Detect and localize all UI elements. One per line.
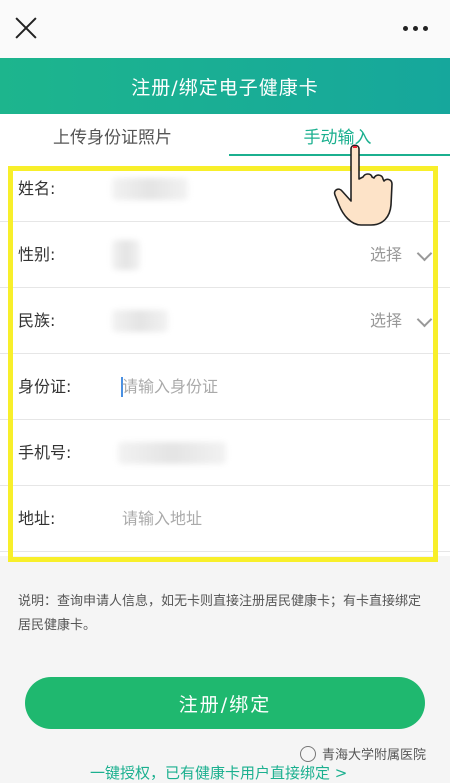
chevron-down-icon[interactable] xyxy=(416,311,433,328)
ethnicity-row[interactable]: 民族: 选择 xyxy=(0,288,450,354)
wechat-official-account-icon xyxy=(300,745,316,762)
page-title: 注册/绑定电子健康卡 xyxy=(0,58,450,114)
address-label: 地址: xyxy=(18,509,56,528)
phone-label: 手机号: xyxy=(18,443,72,462)
tab-upload-id-photo[interactable]: 上传身份证照片 xyxy=(0,114,225,156)
ethnicity-select[interactable]: 选择 xyxy=(370,288,402,354)
phone-row[interactable]: 手机号: xyxy=(0,420,450,486)
watermark-text: 青海大学附属医院 xyxy=(322,748,427,763)
gender-label: 性别: xyxy=(18,245,56,264)
gender-select[interactable]: 选择 xyxy=(370,222,402,288)
chevron-down-icon[interactable] xyxy=(416,245,433,262)
name-label: 姓名: xyxy=(18,179,56,198)
address-row[interactable]: 地址: 请输入地址 xyxy=(0,486,450,552)
pointing-hand-icon xyxy=(333,144,393,226)
id-label: 身份证: xyxy=(18,377,72,396)
more-icon[interactable] xyxy=(403,26,428,31)
address-input[interactable]: 请输入地址 xyxy=(122,486,202,552)
gender-value-redacted xyxy=(112,240,140,270)
ethnicity-value-redacted xyxy=(112,310,168,332)
top-bar xyxy=(0,0,450,58)
ethnicity-label: 民族: xyxy=(18,311,56,330)
phone-field-redacted[interactable] xyxy=(118,442,226,464)
instruction-note: 说明：查询申请人信息，如无卡则直接注册居民健康卡；有卡直接绑定居民健康卡。 xyxy=(18,594,422,633)
id-input[interactable]: 请输入身份证 xyxy=(122,354,218,420)
id-row[interactable]: 身份证: 请输入身份证 xyxy=(0,354,450,420)
quick-bind-link[interactable]: 一键授权，已有健康卡用户直接绑定 > xyxy=(90,762,347,783)
name-field-redacted[interactable] xyxy=(112,178,188,200)
register-bind-button[interactable]: 注册/绑定 xyxy=(25,677,425,729)
watermark: 青海大学附属医院 xyxy=(300,744,426,763)
close-icon[interactable] xyxy=(14,16,38,40)
gender-row[interactable]: 性别: 选择 xyxy=(0,222,450,288)
